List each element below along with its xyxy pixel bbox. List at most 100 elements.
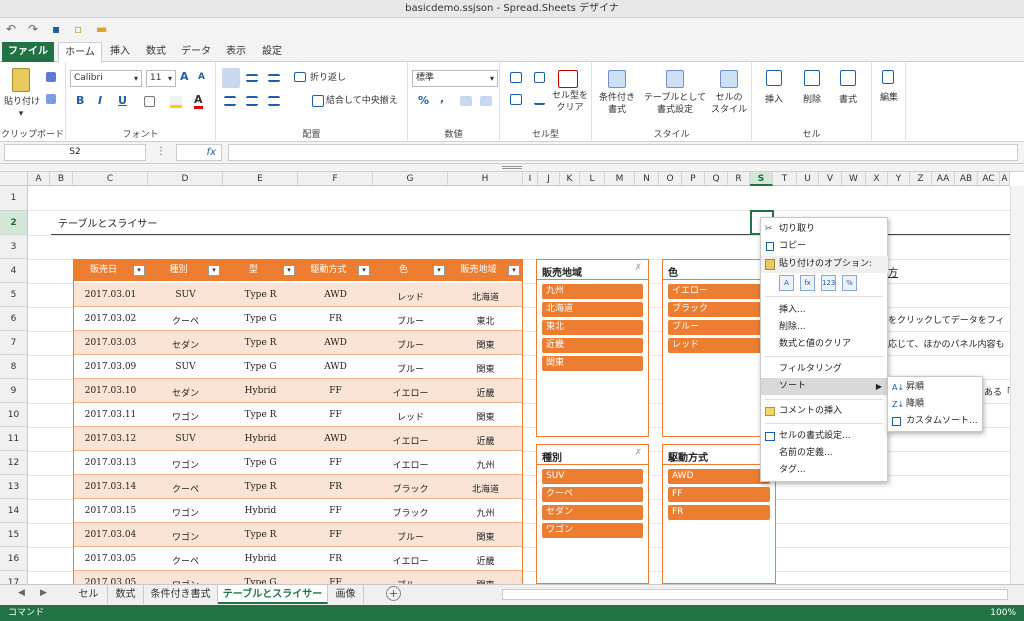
checkbox-celltype-icon[interactable] [534, 72, 545, 83]
menu-insert-comment[interactable]: コメントの挿入 [761, 403, 888, 420]
more-icon[interactable]: ⋮ [156, 146, 166, 157]
paste-option-icon[interactable]: A [779, 275, 794, 291]
align-middle-icon[interactable] [246, 74, 258, 82]
paste-dropdown-icon[interactable]: ▾ [16, 108, 26, 120]
border-icon[interactable] [144, 96, 155, 107]
insert-cells-icon[interactable] [766, 70, 782, 86]
column-header[interactable]: F [298, 172, 373, 186]
comma-button[interactable]: , [440, 92, 444, 105]
row-header[interactable]: 9 [0, 379, 28, 403]
column-header[interactable]: N [635, 172, 659, 186]
save-icon[interactable]: ▪ [52, 22, 60, 36]
column-header[interactable]: C [73, 172, 148, 186]
sheet-tab-formulas[interactable]: 数式 [108, 585, 144, 604]
align-center-icon[interactable] [246, 96, 258, 106]
horizontal-scrollbar[interactable] [502, 589, 1008, 600]
cell-style-icon[interactable] [720, 70, 738, 88]
menu-tag[interactable]: タグ... [761, 462, 888, 479]
paste-option-icon[interactable]: fx [800, 275, 815, 291]
number-format-select[interactable]: 標準 [412, 70, 498, 87]
tab-settings[interactable]: 設定 [256, 42, 288, 62]
underline-button[interactable]: U [118, 94, 127, 107]
slicer-item[interactable]: セダン [542, 505, 643, 520]
menu-copy[interactable]: コピー [761, 238, 888, 255]
menu-define-name[interactable]: 名前の定義... [761, 445, 888, 462]
select-all-corner[interactable] [0, 172, 28, 186]
combobox-celltype-icon[interactable] [510, 94, 522, 105]
column-header[interactable]: H [448, 172, 523, 186]
font-color-icon[interactable]: A [194, 93, 203, 109]
column-header[interactable]: U [797, 172, 819, 186]
clear-filter-icon[interactable]: ✗ [634, 263, 642, 273]
delete-cells-button[interactable]: 削除 [794, 94, 830, 106]
slicer-item[interactable]: SUV [542, 469, 643, 484]
redo-icon[interactable]: ↷ [28, 22, 38, 36]
new-file-icon[interactable]: ▫ [74, 22, 82, 36]
paste-icon[interactable] [12, 68, 30, 92]
menu-clear-contents[interactable]: 数式と値のクリア [761, 336, 888, 353]
column-header[interactable]: O [659, 172, 682, 186]
tab-formulas[interactable]: 数式 [140, 42, 172, 62]
slicer-item[interactable]: ワゴン [542, 523, 643, 538]
format-as-table-button[interactable]: テーブルとして 書式設定 [642, 92, 708, 116]
align-bottom-icon[interactable] [268, 74, 280, 82]
row-header[interactable]: 10 [0, 403, 28, 427]
clear-filter-icon[interactable]: ✗ [634, 448, 642, 458]
sheet-tab-images[interactable]: 画像 [328, 585, 364, 604]
font-name-select[interactable]: Calibri [70, 70, 142, 87]
conditional-format-button[interactable]: 条件付き 書式 [594, 92, 640, 116]
row-header[interactable]: 4 [0, 259, 28, 283]
row-header[interactable]: 7 [0, 331, 28, 355]
menu-sort[interactable]: ソート ▶ [761, 378, 888, 395]
column-header[interactable]: A [28, 172, 50, 186]
menu-delete[interactable]: 削除... [761, 319, 888, 336]
slicer-item[interactable]: FR [668, 505, 770, 520]
paste-option-icon[interactable]: % [842, 275, 857, 291]
conditional-format-icon[interactable] [608, 70, 626, 88]
tab-data[interactable]: データ [176, 42, 216, 62]
row-header[interactable]: 11 [0, 427, 28, 451]
align-top-icon[interactable] [222, 68, 240, 88]
column-header[interactable]: AA [932, 172, 955, 186]
slicer-item[interactable]: クーペ [542, 487, 643, 502]
percent-button[interactable]: % [418, 94, 429, 107]
shrink-font-icon[interactable]: A [198, 72, 205, 82]
row-header[interactable]: 1 [0, 186, 28, 211]
column-header[interactable]: S [750, 172, 773, 186]
formula-bar-splitter[interactable] [0, 164, 1024, 172]
row-header[interactable]: 17 [0, 571, 28, 584]
menu-filter[interactable]: フィルタリング [761, 361, 888, 378]
edit-icon[interactable] [882, 70, 894, 84]
paste-button[interactable]: 貼り付け [2, 96, 42, 108]
slicer-item[interactable]: ブルー [668, 320, 770, 335]
sheet-nav-next-icon[interactable]: ▶ [40, 588, 47, 598]
edit-button[interactable]: 編集 [872, 92, 906, 104]
zoom-level[interactable]: 100% [990, 605, 1016, 621]
format-cells-button[interactable]: 書式 [830, 94, 866, 106]
tab-insert[interactable]: 挿入 [104, 42, 136, 62]
slicer-item[interactable]: レッド [668, 338, 770, 353]
sort-descending[interactable]: Z↓ 降順 [888, 396, 982, 413]
row-header[interactable]: 2 [0, 211, 28, 235]
bold-button[interactable]: B [76, 94, 84, 107]
cut-icon[interactable] [46, 72, 56, 82]
fx-button[interactable]: fx [176, 144, 222, 161]
merge-center-button[interactable]: 結合して中央揃え [326, 95, 408, 107]
row-header[interactable]: 5 [0, 283, 28, 307]
column-header[interactable]: L [580, 172, 605, 186]
decrease-decimal-icon[interactable] [480, 96, 492, 106]
tab-home[interactable]: ホーム [58, 42, 102, 63]
hyperlink-celltype-icon[interactable] [534, 94, 545, 105]
row-header[interactable]: 14 [0, 499, 28, 523]
sheet-nav-prev-icon[interactable]: ◀ [18, 588, 25, 598]
align-right-icon[interactable] [268, 96, 280, 106]
slicer-item[interactable]: 関東 [542, 356, 643, 371]
clear-celltype-button[interactable]: セル型を クリア [548, 90, 592, 114]
vertical-scrollbar[interactable] [1010, 186, 1024, 584]
wrap-text-icon[interactable] [294, 72, 306, 82]
format-as-table-icon[interactable] [666, 70, 684, 88]
increase-decimal-icon[interactable] [460, 96, 472, 106]
column-header[interactable]: G [373, 172, 448, 186]
column-header[interactable]: I [523, 172, 538, 186]
column-header[interactable]: D [148, 172, 223, 186]
